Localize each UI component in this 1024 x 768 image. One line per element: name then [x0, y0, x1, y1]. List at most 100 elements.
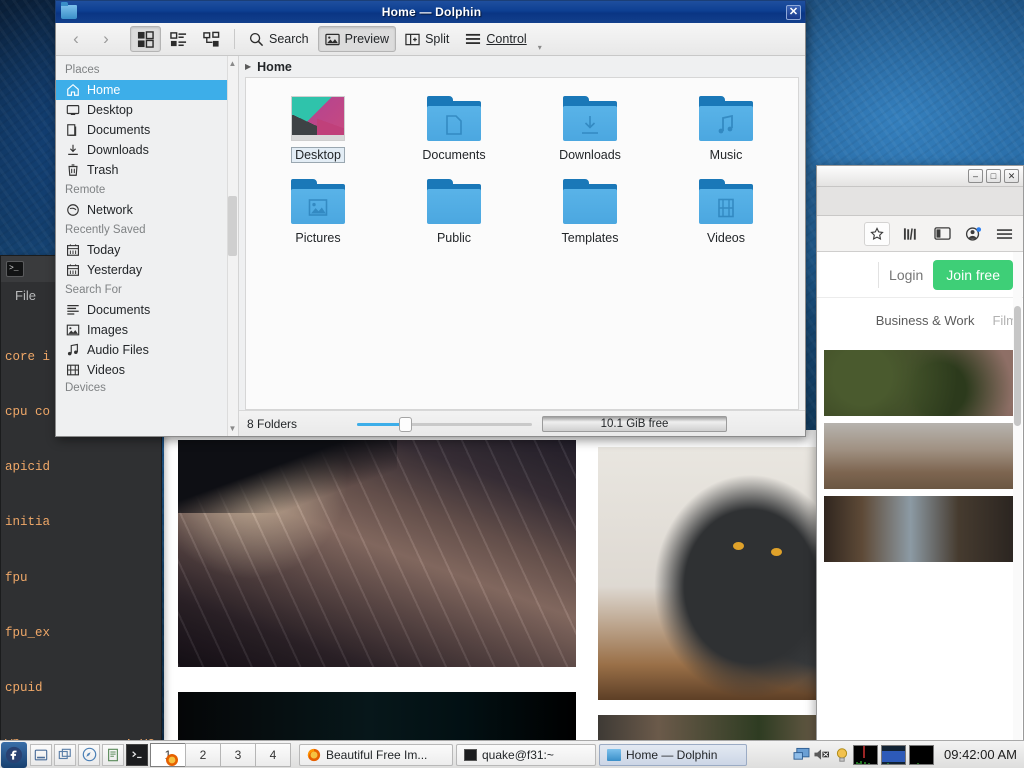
taskbar-window-label: Beautiful Free Im...	[326, 748, 427, 762]
sidebar-item-desktop[interactable]: Desktop	[56, 100, 238, 120]
view-mode-details-button[interactable]	[163, 26, 194, 52]
zoom-slider-handle[interactable]	[399, 417, 412, 432]
firefox-mini-icon	[161, 748, 183, 766]
search-button-label: Search	[269, 32, 309, 46]
search-button[interactable]: Search	[242, 26, 316, 52]
file-item-public[interactable]: Public	[386, 173, 522, 256]
file-item-videos[interactable]: Videos	[658, 173, 794, 256]
places-section-header: Search For	[56, 280, 238, 300]
back-button[interactable]: ‹	[62, 26, 90, 52]
file-item-downloads[interactable]: Downloads	[522, 90, 658, 173]
account-icon[interactable]	[963, 224, 983, 244]
dolphin-window[interactable]: Home — Dolphin ✕ ‹ ›	[55, 0, 806, 437]
calendar-icon	[66, 243, 80, 257]
view-mode-columns-button[interactable]	[196, 26, 227, 52]
volume-muted-icon[interactable]	[813, 746, 830, 763]
sidebar-item-downloads[interactable]: Downloads	[56, 140, 238, 160]
sand-dunes-photo[interactable]	[824, 423, 1016, 489]
firefox-close-button[interactable]: ✕	[1004, 169, 1019, 183]
city-street-photo[interactable]	[824, 496, 1016, 562]
menu-hamburger-icon[interactable]	[994, 224, 1014, 244]
dolphin-close-button[interactable]: ✕	[786, 5, 801, 20]
firefox-window[interactable]: – □ ✕	[816, 165, 1024, 750]
join-free-button[interactable]: Join free	[933, 260, 1013, 290]
folder-icon	[607, 749, 621, 761]
toolbar-separator	[234, 29, 235, 49]
preview-button-label: Preview	[345, 32, 389, 46]
category-nav: Business & Work Film	[817, 298, 1023, 343]
free-space-bar[interactable]: 10.1 GiB free	[542, 416, 727, 432]
file-item-music[interactable]: Music	[658, 90, 794, 173]
network-monitor-graph[interactable]	[881, 745, 906, 765]
split-button[interactable]: Split	[398, 26, 456, 52]
firefox-scrollbar-thumb[interactable]	[1014, 306, 1021, 426]
scroll-up-icon[interactable]: ▲	[228, 59, 237, 68]
display-icon[interactable]	[793, 746, 810, 763]
sidebar-item-search-images[interactable]: Images	[56, 320, 238, 340]
library-icon[interactable]	[901, 224, 921, 244]
control-menu-button[interactable]: Control	[458, 26, 533, 52]
pager-desktop-2[interactable]: 2	[185, 743, 221, 767]
zoom-slider[interactable]	[357, 416, 532, 432]
browser-icon[interactable]	[78, 744, 100, 766]
dolphin-titlebar[interactable]: Home — Dolphin ✕	[55, 0, 806, 23]
scroll-down-icon[interactable]: ▼	[228, 424, 237, 433]
car-leather-seat-photo	[178, 440, 576, 667]
sidebar-item-network[interactable]: Network	[56, 200, 238, 220]
window-list-icon[interactable]	[54, 744, 76, 766]
search-icon	[249, 32, 264, 47]
file-item-desktop[interactable]: Desktop	[250, 90, 386, 173]
taskbar-window-terminal[interactable]: quake@f31:~	[456, 744, 596, 766]
file-item-documents[interactable]: Documents	[386, 90, 522, 173]
item-count-label: 8 Folders	[247, 417, 297, 431]
pager-desktop-4[interactable]: 4	[255, 743, 291, 767]
taskbar-window-dolphin[interactable]: Home — Dolphin	[599, 744, 747, 766]
memory-monitor-graph[interactable]	[909, 745, 934, 765]
fedora-logo-icon[interactable]	[1, 742, 27, 768]
category-business-work[interactable]: Business & Work	[876, 313, 975, 328]
sidebar-item-search-documents[interactable]: Documents	[56, 300, 238, 320]
terminal-icon[interactable]	[126, 744, 148, 766]
clock[interactable]: 09:42:00 AM	[939, 747, 1024, 762]
lightbulb-icon[interactable]	[833, 746, 850, 763]
sidebar-item-documents[interactable]: Documents	[56, 120, 238, 140]
folder-icon	[563, 179, 617, 224]
sidebar-item-search-videos[interactable]: Videos	[56, 360, 238, 380]
login-link[interactable]: Login	[889, 267, 923, 283]
sidebar-item-home[interactable]: Home	[56, 80, 238, 100]
sidebar-icon[interactable]	[932, 224, 952, 244]
editor-icon[interactable]	[102, 744, 124, 766]
firefox-navigation-toolbar	[817, 216, 1023, 252]
sidebar-item-search-audio[interactable]: Audio Files	[56, 340, 238, 360]
cpu-monitor-graph[interactable]	[853, 745, 878, 765]
pager-desktop-1[interactable]: 1	[150, 743, 186, 767]
sidebar-item-today[interactable]: Today	[56, 240, 238, 260]
forest-photo[interactable]	[824, 350, 1016, 416]
firefox-scrollbar[interactable]	[1013, 252, 1022, 749]
firefox-tab-strip[interactable]	[817, 187, 1023, 216]
terminal-line: fpu	[5, 569, 161, 587]
chevron-down-icon[interactable]: ▾	[538, 43, 542, 52]
breadcrumb[interactable]: ▶ Home	[239, 56, 805, 77]
sidebar-item-yesterday[interactable]: Yesterday	[56, 260, 238, 280]
file-item-pictures[interactable]: Pictures	[250, 173, 386, 256]
sidebar-item-trash[interactable]: Trash	[56, 160, 238, 180]
taskbar-window-firefox[interactable]: Beautiful Free Im...	[299, 744, 453, 766]
pager-desktop-3[interactable]: 3	[220, 743, 256, 767]
taskbar: 1 2 3 4 Beautiful Free Im... quake@f31:~…	[0, 740, 1024, 768]
forward-button[interactable]: ›	[92, 26, 120, 52]
breadcrumb-label[interactable]: Home	[257, 60, 292, 74]
show-desktop-icon[interactable]	[30, 744, 52, 766]
file-item-label: Desktop	[291, 147, 345, 163]
places-scrollbar-thumb[interactable]	[228, 196, 237, 256]
file-item-templates[interactable]: Templates	[522, 173, 658, 256]
downloads-icon	[66, 143, 80, 157]
preview-button[interactable]: Preview	[318, 26, 396, 52]
firefox-minimize-button[interactable]: –	[968, 169, 983, 183]
firefox-maximize-button[interactable]: □	[986, 169, 1001, 183]
places-scrollbar[interactable]: ▲ ▼	[227, 56, 238, 436]
dolphin-statusbar: 8 Folders 10.1 GiB free	[239, 410, 805, 436]
bookmark-star-icon[interactable]	[864, 222, 890, 246]
folder-documents-icon	[427, 96, 481, 141]
view-mode-icons-button[interactable]	[130, 26, 161, 52]
